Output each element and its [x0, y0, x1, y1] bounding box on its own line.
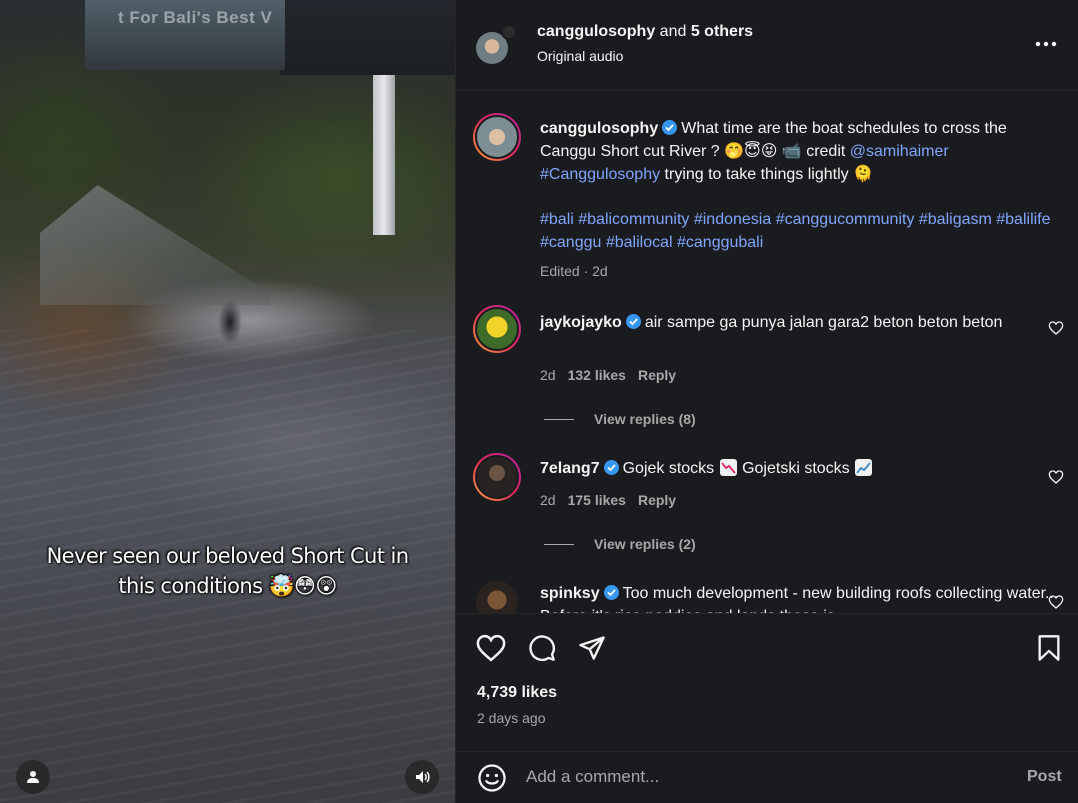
comment-like-heart-icon[interactable] — [1048, 594, 1064, 610]
comment-body: air sampe ga punya jalan gara2 beton bet… — [644, 314, 1003, 331]
header-others-link[interactable]: 5 others — [691, 23, 753, 40]
post-meta: Edited · 2d — [540, 263, 608, 279]
video-caption-line2: this conditions 🤯😳😲 — [118, 574, 337, 598]
post-hashtag-link[interactable]: #Canggulosophy — [540, 166, 660, 183]
post-hashtags[interactable]: #bali #balicommunity #indonesia #cangguc… — [540, 208, 1060, 254]
comment-avatar-image — [476, 581, 518, 613]
post-panel: canggulosophy and 5 others Original audi… — [455, 0, 1078, 803]
comment-username[interactable]: jaykojayko — [540, 314, 622, 331]
likes-count[interactable]: 4,739 likes — [477, 684, 557, 702]
more-options-button[interactable] — [1032, 34, 1060, 54]
comment-age: 2d — [540, 367, 556, 383]
video-pole — [373, 75, 395, 235]
chart-up-emoji-icon — [855, 459, 873, 476]
comment-reply-button[interactable]: Reply — [638, 367, 676, 383]
post-header: canggulosophy and 5 others Original audi… — [456, 0, 1078, 90]
comment-text: 7elang7 Gojek stocks Gojetski stocks — [540, 457, 1060, 480]
emoji-picker-icon[interactable] — [477, 763, 507, 793]
comment-age: 2d — [540, 492, 556, 508]
comment-text: jaykojayko air sampe ga punya jalan gara2… — [540, 311, 1060, 334]
header-authors: canggulosophy and 5 others — [537, 23, 753, 41]
tagged-users-button[interactable] — [16, 760, 50, 794]
speaker-icon — [416, 771, 430, 783]
post-mention-link[interactable]: @samihaimer — [850, 143, 949, 160]
mute-button[interactable] — [405, 760, 439, 794]
comment-body-a: Gojek stocks — [622, 460, 719, 477]
post-timestamp[interactable]: 2 days ago — [477, 710, 546, 726]
view-replies-label: View replies (2) — [594, 536, 696, 552]
comment-reply-button[interactable]: Reply — [638, 492, 676, 508]
verified-badge-icon — [662, 120, 678, 135]
view-replies-button[interactable]: View replies (2) — [544, 536, 696, 552]
video-person — [218, 298, 242, 344]
header-audio-link[interactable]: Original audio — [537, 48, 623, 64]
post-comment-button[interactable]: Post — [1027, 768, 1062, 786]
video-caption-line1: Never seen our beloved Short Cut in — [46, 544, 409, 568]
post-author-avatar-image — [475, 115, 519, 159]
header-and-text: and — [655, 23, 691, 40]
view-replies-button[interactable]: View replies (8) — [544, 411, 696, 427]
view-replies-label: View replies (8) — [594, 411, 696, 427]
comment-username[interactable]: 7elang7 — [540, 460, 600, 477]
comments-list[interactable]: canggulosophy What time are the boat sche… — [456, 91, 1078, 613]
comment-avatar-spinksy[interactable] — [473, 578, 521, 613]
share-button[interactable] — [576, 632, 608, 664]
comment-likes-link[interactable]: 175 likes — [568, 492, 626, 508]
video-building — [280, 0, 455, 75]
comment-like-heart-icon[interactable] — [1048, 469, 1064, 485]
header-username-link[interactable]: canggulosophy — [537, 23, 655, 40]
comment-meta: 2d 132 likes Reply — [540, 367, 688, 383]
post-actions: 4,739 likes 2 days ago — [456, 613, 1078, 773]
comment-avatar-image — [475, 455, 519, 499]
post-author-username[interactable]: canggulosophy — [540, 120, 658, 137]
comment-meta: 2d 175 likes Reply — [540, 492, 688, 508]
chart-down-emoji-icon — [719, 459, 737, 476]
comment-avatar-image — [475, 307, 519, 351]
comment-bubble-icon — [529, 635, 555, 661]
video-billboard-text: t For Bali's Best V — [118, 8, 273, 27]
post-caption: canggulosophy What time are the boat sche… — [540, 117, 1060, 254]
bookmark-icon — [1038, 635, 1060, 661]
comment-input[interactable] — [526, 764, 996, 790]
verified-badge-icon — [603, 585, 619, 600]
video-caption: Never seen our beloved Short Cut in this… — [0, 541, 455, 601]
comment-body-b: Gojetski stocks — [737, 460, 855, 477]
post-caption-text-b: trying to take things lightly 🫠 — [660, 166, 873, 183]
comment-button[interactable] — [526, 632, 558, 664]
comment-username[interactable]: spinksy — [540, 585, 600, 602]
verified-badge-icon — [625, 314, 641, 329]
save-button[interactable] — [1033, 632, 1065, 664]
video-player[interactable]: t For Bali's Best V Never seen our belov… — [0, 0, 455, 803]
view-replies-line — [544, 418, 574, 420]
comment-likes-link[interactable]: 132 likes — [568, 367, 626, 383]
header-avatar[interactable] — [476, 24, 517, 64]
collab-avatar[interactable] — [501, 24, 517, 40]
comment-bar: Post — [456, 751, 1078, 803]
comment-text: spinksy Too much development - new buildi… — [540, 582, 1060, 613]
user-icon — [27, 771, 39, 783]
heart-icon — [476, 634, 506, 662]
view-replies-line — [544, 543, 574, 545]
comment-like-heart-icon[interactable] — [1048, 320, 1064, 336]
verified-badge-icon — [603, 460, 619, 475]
comment-avatar-jaykojayko[interactable] — [473, 305, 521, 353]
more-icon — [1035, 41, 1057, 47]
like-button[interactable] — [475, 632, 507, 664]
comment-avatar-7elang7[interactable] — [473, 453, 521, 501]
send-paper-plane-icon — [579, 636, 605, 660]
video-ramp — [40, 185, 270, 305]
post-author-avatar[interactable] — [473, 113, 521, 161]
